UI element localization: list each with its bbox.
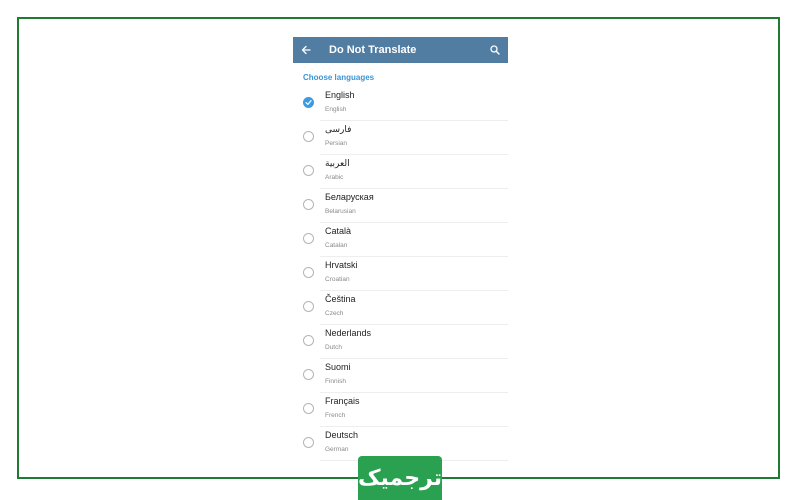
arrow-left-icon (301, 45, 311, 55)
language-english-name: Czech (325, 310, 344, 317)
list-item[interactable]: Nederlands Dutch (293, 325, 508, 359)
list-item[interactable]: فارسی Persian (293, 121, 508, 155)
radio-unchecked[interactable] (303, 403, 314, 414)
language-name: العربية (325, 158, 350, 168)
watermark-logo: ترجمیک (358, 456, 442, 500)
list-item[interactable]: English English (293, 87, 508, 121)
radio-unchecked[interactable] (303, 131, 314, 142)
language-english-name: Arabic (325, 174, 344, 181)
language-english-name: English (325, 106, 347, 113)
language-name: English (325, 90, 355, 100)
language-list: English English فارسی Persian العربية Arabic Б… (293, 87, 508, 461)
page-title: Do Not Translate (329, 44, 417, 56)
section-header: Choose languages (303, 73, 375, 82)
language-english-name: Persian (325, 140, 348, 147)
language-name: فارسی (325, 124, 352, 134)
language-name: Deutsch (325, 430, 359, 440)
list-item[interactable]: Hrvatski Croatian (293, 257, 508, 291)
radio-checked[interactable] (303, 97, 314, 108)
language-name: Nederlands (325, 328, 372, 338)
radio-unchecked[interactable] (303, 199, 314, 210)
app-bar: Do Not Translate (293, 37, 508, 63)
language-english-name: Croatian (325, 276, 350, 283)
list-item[interactable]: Čeština Czech (293, 291, 508, 325)
language-english-name: French (325, 412, 346, 419)
list-item[interactable]: Suomi Finnish (293, 359, 508, 393)
radio-unchecked[interactable] (303, 233, 314, 244)
radio-unchecked[interactable] (303, 369, 314, 380)
language-name: Français (325, 396, 360, 406)
radio-unchecked[interactable] (303, 437, 314, 448)
language-english-name: Belarusian (325, 208, 356, 215)
search-icon (490, 45, 500, 55)
radio-unchecked[interactable] (303, 165, 314, 176)
list-item[interactable]: العربية Arabic (293, 155, 508, 189)
search-button[interactable] (484, 37, 506, 63)
language-name: Čeština (325, 294, 356, 304)
radio-unchecked[interactable] (303, 267, 314, 278)
radio-unchecked[interactable] (303, 335, 314, 346)
phone-screen: Do Not Translate Choose languages Englis… (293, 37, 508, 463)
radio-unchecked[interactable] (303, 301, 314, 312)
language-name: Català (325, 226, 352, 236)
language-name: Suomi (325, 362, 351, 372)
list-item[interactable]: Беларуская Belarusian (293, 189, 508, 223)
check-icon (305, 100, 312, 105)
back-button[interactable] (293, 37, 319, 63)
language-english-name: Finnish (325, 378, 346, 385)
language-name: Беларуская (325, 192, 374, 202)
language-name: Hrvatski (325, 260, 358, 270)
list-item[interactable]: Français French (293, 393, 508, 427)
language-english-name: German (325, 446, 349, 453)
language-english-name: Dutch (325, 344, 342, 351)
language-english-name: Catalan (325, 242, 348, 249)
list-item[interactable]: Català Catalan (293, 223, 508, 257)
